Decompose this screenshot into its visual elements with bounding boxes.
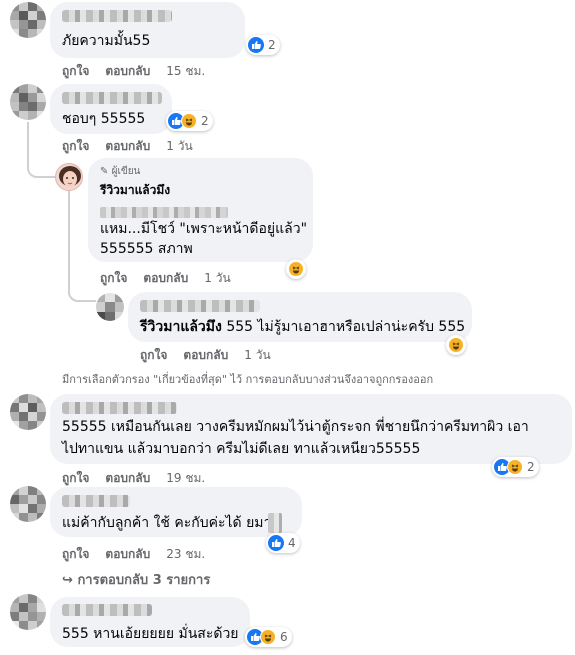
reaction-summary[interactable]: 2 bbox=[166, 111, 213, 131]
haha-reaction-icon bbox=[260, 629, 276, 645]
comment-bubble: ภัยความมั้น55 bbox=[50, 2, 245, 58]
author-name-redacted bbox=[62, 604, 152, 616]
like-button[interactable]: ถูกใจ bbox=[100, 271, 127, 285]
comment-bubble: แม่ค้ากับลูกค้า ใช้ คะกับค่ะได้ ยมาก bbox=[50, 487, 302, 537]
reply-button[interactable]: ตอบกลับ bbox=[183, 348, 228, 362]
comment-actions: ถูกใจ ตอบกลับ 1 วัน bbox=[100, 269, 231, 288]
reaction-summary[interactable]: 2 bbox=[492, 457, 539, 477]
reaction-count: 2 bbox=[527, 460, 535, 474]
comment-actions: ถูกใจ ตอบกลับ 15 ชม. bbox=[62, 62, 205, 81]
reaction-summary[interactable]: 2 bbox=[246, 35, 280, 55]
comment-bubble: 55555 เหมือนกันเลย วางครีมหมักผมไว้น่าตู… bbox=[50, 394, 572, 464]
reply-button[interactable]: ตอบกลับ bbox=[105, 471, 150, 485]
timestamp[interactable]: 1 วัน bbox=[244, 348, 270, 362]
haha-reaction-icon bbox=[181, 113, 197, 129]
pencil-icon: ✎ bbox=[100, 166, 109, 177]
like-button[interactable]: ถูกใจ bbox=[62, 139, 89, 153]
like-reaction-icon bbox=[268, 535, 284, 551]
timestamp[interactable]: 1 วัน bbox=[204, 271, 230, 285]
like-button[interactable]: ถูกใจ bbox=[140, 348, 167, 362]
comment-text-line2: 555555 สภาพ bbox=[100, 241, 193, 257]
like-button[interactable]: ถูกใจ bbox=[62, 547, 89, 561]
author-badge: ✎ ผู้เขียน bbox=[100, 164, 140, 179]
author-name-redacted bbox=[62, 10, 172, 22]
reaction-summary[interactable]: 4 bbox=[266, 533, 300, 553]
haha-reaction-icon bbox=[448, 337, 464, 353]
comment-body: 555 ไม่รู้มาเอาฮาหรือเปล่าน่ะครับ 555 bbox=[221, 319, 466, 335]
like-button[interactable]: ถูกใจ bbox=[62, 471, 89, 485]
avatar[interactable] bbox=[10, 2, 46, 38]
reaction-count: 2 bbox=[268, 38, 276, 52]
reply-button[interactable]: ตอบกลับ bbox=[105, 139, 150, 153]
comment-text-line1: 55555 เหมือนกันเลย วางครีมหมักผมไว้น่าตู… bbox=[62, 419, 529, 435]
author-mention[interactable]: รีวิวมาแล้วมึง bbox=[140, 319, 222, 335]
author-face-icon bbox=[59, 166, 81, 187]
haha-reaction-icon bbox=[288, 261, 304, 277]
comment-bubble: ชอบๆ 55555 bbox=[50, 84, 172, 134]
timestamp[interactable]: 19 ชม. bbox=[166, 471, 205, 485]
comment-bubble: 555 หานเอ้ยยยยย มั่นสะด้วย bbox=[50, 597, 250, 647]
comment-text: ชอบๆ 55555 bbox=[62, 111, 146, 127]
reaction-summary[interactable]: 6 bbox=[245, 627, 292, 647]
reaction-summary[interactable] bbox=[286, 259, 306, 279]
censored-word bbox=[268, 513, 282, 533]
author-name-redacted bbox=[140, 300, 260, 312]
comment-text: รีวิวมาแล้วมึง 555 ไม่รู้มาเอาฮาหรือเปล่… bbox=[140, 316, 465, 338]
author-name[interactable]: รีวิวมาแล้วมึง bbox=[100, 181, 170, 200]
timestamp[interactable]: 1 วัน bbox=[166, 139, 192, 153]
timestamp[interactable]: 23 ชม. bbox=[166, 547, 205, 561]
avatar[interactable] bbox=[10, 486, 46, 522]
avatar[interactable] bbox=[10, 594, 46, 630]
author-badge-label: ผู้เขียน bbox=[111, 166, 141, 177]
filter-note: มีการเลือกตัวกรอง "เกี่ยวข้องที่สุด" ไว้… bbox=[62, 373, 434, 386]
comment-text: แม่ค้ากับลูกค้า ใช้ คะกับค่ะได้ ยมาก bbox=[62, 515, 280, 531]
comment-text-line1: แหม...มีโชว์ "เพราะหน้าดีอยู่แล้ว" bbox=[100, 221, 308, 237]
view-more-replies-link[interactable]: ↪ การตอบกลับ 3 รายการ bbox=[62, 569, 210, 590]
reaction-count: 4 bbox=[288, 536, 296, 550]
avatar[interactable] bbox=[10, 394, 46, 430]
quoted-text-redacted bbox=[100, 207, 228, 218]
reaction-summary[interactable] bbox=[446, 335, 466, 355]
comment-actions: ถูกใจ ตอบกลับ 1 วัน bbox=[140, 346, 271, 365]
comment-text: 555 หานเอ้ยยยยย มั่นสะด้วย bbox=[62, 626, 239, 642]
avatar[interactable] bbox=[10, 84, 46, 120]
comment-actions: ถูกใจ ตอบกลับ 19 ชม. bbox=[62, 469, 205, 488]
comment-bubble: ✎ ผู้เขียน รีวิวมาแล้วมึง แหม...มีโชว์ "… bbox=[88, 158, 313, 262]
avatar[interactable] bbox=[96, 293, 124, 321]
author-name-redacted bbox=[62, 402, 177, 414]
thread-connector bbox=[68, 280, 96, 302]
author-name-redacted bbox=[62, 92, 162, 104]
author-name-redacted bbox=[62, 495, 130, 507]
reply-button[interactable]: ตอบกลับ bbox=[143, 271, 188, 285]
timestamp[interactable]: 15 ชม. bbox=[166, 64, 205, 78]
thread-connector bbox=[27, 150, 55, 178]
like-reaction-icon bbox=[248, 37, 264, 53]
comment-actions: ถูกใจ ตอบกลับ 1 วัน bbox=[62, 137, 193, 156]
reply-button[interactable]: ตอบกลับ bbox=[105, 64, 150, 78]
like-button[interactable]: ถูกใจ bbox=[62, 64, 89, 78]
author-avatar[interactable] bbox=[55, 163, 83, 191]
haha-reaction-icon bbox=[507, 459, 523, 475]
reaction-count: 6 bbox=[280, 630, 288, 644]
reply-arrow-icon: ↪ bbox=[62, 573, 73, 588]
comment-bubble: รีวิวมาแล้วมึง 555 ไม่รู้มาเอาฮาหรือเปล่… bbox=[128, 292, 472, 342]
comment-text-line2: ไปทาแขน แล้วมาบอกว่า ครีมไม่ดีเลย ทาแล้ว… bbox=[62, 441, 421, 457]
reaction-count: 2 bbox=[201, 114, 209, 128]
comment-actions: ถูกใจ ตอบกลับ 23 ชม. bbox=[62, 545, 205, 564]
comment-text: ภัยความมั้น55 bbox=[62, 33, 151, 49]
more-replies-label: การตอบกลับ 3 รายการ bbox=[77, 573, 211, 588]
reply-button[interactable]: ตอบกลับ bbox=[105, 547, 150, 561]
